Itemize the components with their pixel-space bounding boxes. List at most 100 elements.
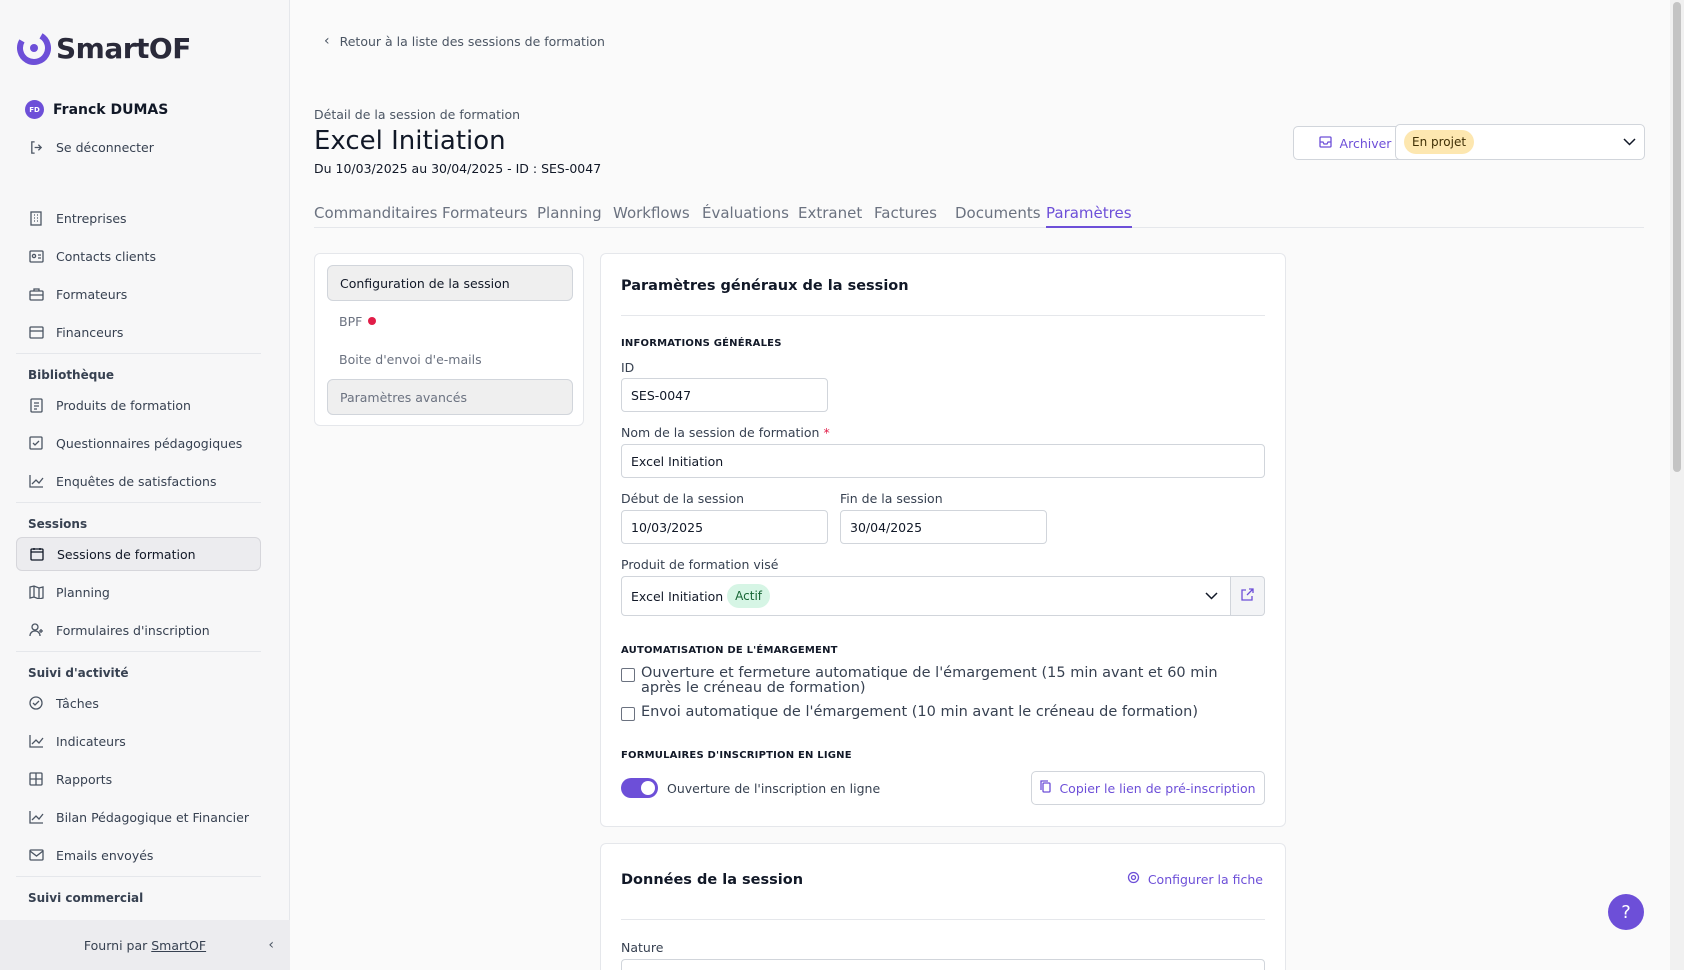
chart-line-icon [28, 473, 44, 489]
book-icon [28, 397, 44, 413]
sidebar-item-bilan[interactable]: Bilan Pédagogique et Financier [16, 800, 261, 834]
map-icon [28, 584, 44, 600]
tab-workflows[interactable]: Workflows [613, 204, 690, 228]
checkbox[interactable] [621, 668, 635, 682]
configure-label: Configurer la fiche [1147, 871, 1263, 887]
sidebar-item-formulaires[interactable]: Formulaires d'inscription [16, 613, 261, 647]
sidebar-item-label: Financeurs [56, 324, 124, 340]
settings-item-bpf[interactable]: BPF [327, 303, 573, 339]
sidebar-item-emails[interactable]: Emails envoyés [16, 838, 261, 872]
user-plus-icon [28, 622, 44, 638]
trend-icon [28, 733, 44, 749]
tab-factures[interactable]: Factures [874, 204, 937, 228]
sidebar-item-entreprises[interactable]: Entreprises [16, 201, 261, 235]
online-registration-toggle[interactable] [621, 778, 658, 798]
avatar: FD [25, 100, 44, 119]
user-name: Franck DUMAS [53, 101, 169, 118]
footer-link[interactable]: SmartOF [151, 938, 206, 953]
auto-open-checkbox-row[interactable]: Ouverture et fermeture automatique de l'… [621, 666, 1251, 696]
name-label: Nom de la session de formation * [621, 425, 830, 440]
sidebar-item-indicateurs[interactable]: Indicateurs [16, 724, 261, 758]
logout-link[interactable]: Se déconnecter [16, 130, 261, 164]
tab-formateurs[interactable]: Formateurs [442, 204, 528, 228]
auto-send-checkbox-row[interactable]: Envoi automatique de l'émargement (10 mi… [621, 705, 1251, 721]
scrollbar[interactable] [1670, 0, 1684, 970]
main-content: ‹ Retour à la liste des sessions de form… [290, 0, 1674, 970]
divider [16, 353, 261, 354]
sidebar-item-planning[interactable]: Planning [16, 575, 261, 609]
tab-evaluations[interactable]: Évaluations [702, 204, 789, 228]
tab-documents[interactable]: Documents [955, 204, 1041, 228]
open-product-button[interactable] [1231, 576, 1265, 616]
nature-field[interactable] [621, 959, 1265, 970]
page-title: Excel Initiation [314, 126, 506, 156]
checkbox[interactable] [621, 707, 635, 721]
settings-item-emails[interactable]: Boite d'envoi d'e-mails [327, 341, 573, 377]
back-label: Retour à la liste des sessions de format… [339, 33, 605, 49]
back-link[interactable]: ‹ Retour à la liste des sessions de form… [324, 33, 605, 49]
section-bibliotheque: Bibliothèque [28, 368, 115, 382]
tab-commanditaires[interactable]: Commanditaires [314, 204, 437, 228]
product-value: Excel Initiation [631, 588, 724, 604]
end-date-field[interactable]: 30/04/2025 [840, 510, 1047, 544]
checkbox-label: Ouverture et fermeture automatique de l'… [641, 665, 1218, 696]
sidebar-item-label: Entreprises [56, 210, 127, 226]
end-label: Fin de la session [840, 491, 943, 506]
logo[interactable]: SmartOF [16, 30, 191, 66]
sidebar-item-taches[interactable]: Tâches [16, 686, 261, 720]
sidebar-item-label: Indicateurs [56, 733, 126, 749]
logo-text: SmartOF [56, 31, 191, 65]
sidebar-item-label: Produits de formation [56, 397, 191, 413]
gear-icon [1127, 871, 1140, 887]
divider [16, 502, 261, 503]
chevron-left-icon[interactable]: ‹ [268, 937, 274, 953]
help-button[interactable]: ? [1608, 894, 1644, 930]
checklist-icon [28, 435, 44, 451]
tab-planning[interactable]: Planning [537, 204, 602, 228]
start-label: Début de la session [621, 491, 745, 506]
tab-extranet[interactable]: Extranet [798, 204, 862, 228]
table-icon [28, 771, 44, 787]
checkbox-label: Envoi automatique de l'émargement (10 mi… [641, 704, 1199, 720]
sidebar-item-label: Bilan Pédagogique et Financier [56, 809, 249, 825]
settings-item-avances[interactable]: Paramètres avancés [327, 379, 573, 415]
configure-sheet-button[interactable]: Configurer la fiche [1127, 871, 1263, 887]
smartof-logo-icon [17, 31, 51, 65]
sidebar-item-contacts[interactable]: Contacts clients [16, 239, 261, 273]
session-name-field[interactable]: Excel Initiation [621, 444, 1265, 478]
copy-link-button[interactable]: Copier le lien de pré-inscription [1031, 771, 1265, 805]
product-select[interactable]: Excel Initiation Actif [621, 576, 1231, 616]
divider [16, 651, 261, 652]
sidebar-item-label: Contacts clients [56, 248, 156, 264]
copy-link-label: Copier le lien de pré-inscription [1059, 780, 1256, 796]
sidebar-item-label: Rapports [56, 771, 113, 787]
check-circle-icon [28, 695, 44, 711]
sidebar-item-questionnaires[interactable]: Questionnaires pédagogiques [16, 426, 261, 460]
building-icon [28, 210, 44, 226]
sidebar-item-label: Tâches [56, 695, 99, 711]
section-emargement: AUTOMATISATION DE L'ÉMARGEMENT [621, 645, 838, 656]
sidebar-item-produits[interactable]: Produits de formation [16, 388, 261, 422]
chevron-down-icon [1205, 588, 1218, 604]
sidebar-item-financeurs[interactable]: Financeurs [16, 315, 261, 349]
contact-card-icon [28, 248, 44, 264]
sidebar-item-label: Enquêtes de satisfactions [56, 473, 217, 489]
sidebar-item-sessions[interactable]: Sessions de formation [16, 537, 261, 571]
sidebar-item-enquetes[interactable]: Enquêtes de satisfactions [16, 464, 261, 498]
section-suivi: Suivi d'activité [28, 666, 129, 680]
sidebar-item-formateurs[interactable]: Formateurs [16, 277, 261, 311]
status-select[interactable]: En projet [1395, 124, 1645, 160]
archive-label: Archiver [1339, 135, 1392, 151]
sidebar-item-rapports[interactable]: Rapports [16, 762, 261, 796]
user-profile[interactable]: FD Franck DUMAS [25, 100, 168, 119]
nature-label: Nature [621, 940, 664, 955]
page-subtitle: Du 10/03/2025 au 30/04/2025 - ID : SES-0… [314, 161, 602, 176]
start-date-field[interactable]: 10/03/2025 [621, 510, 828, 544]
section-informations: INFORMATIONS GÉNÉRALES [621, 338, 782, 349]
sidebar-footer: Fourni par SmartOF ‹ [0, 920, 290, 970]
tab-parametres[interactable]: Paramètres [1046, 204, 1132, 228]
scrollbar-thumb[interactable] [1673, 2, 1681, 472]
divider [621, 919, 1265, 920]
settings-item-configuration[interactable]: Configuration de la session [327, 265, 573, 301]
id-field[interactable]: SES-0047 [621, 378, 828, 412]
